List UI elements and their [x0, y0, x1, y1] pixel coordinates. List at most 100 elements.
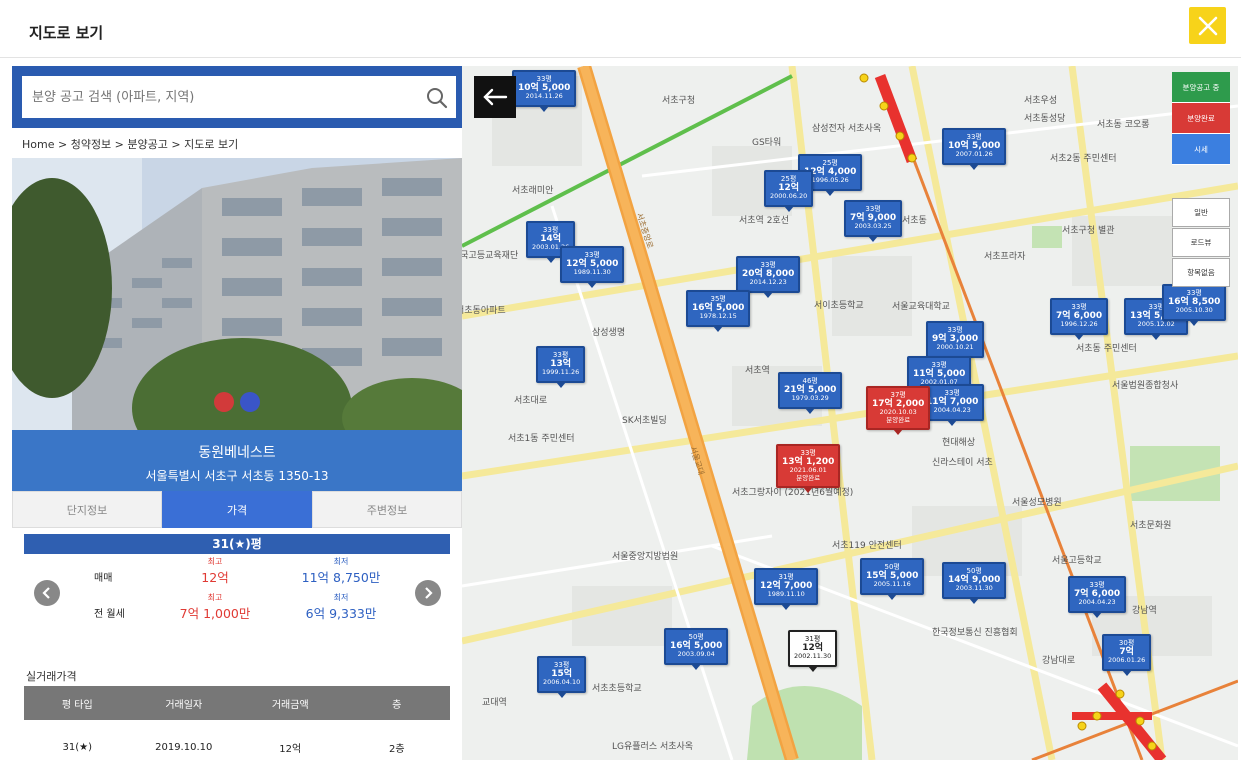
price-marker[interactable]: 35평 16억 5,000 1978.12.15: [686, 290, 751, 332]
apartment-name: 동원베네스트: [198, 445, 276, 461]
map-label: 서초역: [745, 366, 770, 376]
search-icon[interactable]: [426, 87, 448, 109]
tab-surroundings[interactable]: 주변정보: [312, 491, 462, 528]
price-marker[interactable]: 33평 7억 6,000 1996.12.26: [1050, 298, 1109, 340]
price-marker[interactable]: 33평 15억 2006.04.10: [537, 656, 587, 698]
map-label: 서초동 코오롱: [1097, 120, 1150, 130]
price-low: 최저 11억 8,750만: [301, 557, 381, 585]
map-label: 교대역: [482, 698, 507, 708]
collapse-panel-button[interactable]: [474, 76, 516, 118]
price-marker[interactable]: 33평 7억 6,000 2004.04.23: [1068, 576, 1127, 618]
column-header: 거래일자: [165, 699, 203, 711]
map-label: 서초구청: [662, 96, 696, 106]
filter-market-price-button[interactable]: 시세: [1172, 134, 1230, 165]
table-cell: 2층: [388, 743, 405, 755]
breadcrumb-announcement[interactable]: 분양공고 >: [124, 138, 180, 151]
price-high: 최고 12억: [201, 557, 229, 585]
map-label: 서이초등학교: [814, 301, 864, 311]
price-marker[interactable]: 33평 12억 5,000 1989.11.30: [560, 246, 625, 288]
breadcrumb-home[interactable]: Home >: [22, 138, 67, 151]
map-label: 신라스테이 서초: [932, 458, 993, 468]
map-label: 강남역: [1132, 606, 1157, 616]
map-label: 서초동아파트: [456, 306, 506, 316]
price-marker[interactable]: 50평 16억 5,000 2003.09.04: [664, 628, 729, 670]
map-label: 서초동성당: [1024, 114, 1066, 124]
map-label: 서울성모병원: [1012, 498, 1062, 508]
photo-dot[interactable]: [240, 392, 260, 412]
price-marker[interactable]: 33평 9억 3,000 2000.10.21: [926, 321, 985, 363]
column-header: 층: [392, 699, 402, 711]
map-label: 서초프라자: [984, 252, 1026, 262]
table-cell: 31(★): [62, 741, 93, 753]
table-cell: 12억: [279, 743, 302, 755]
tab-complex-info[interactable]: 단지정보: [12, 491, 162, 528]
price-marker[interactable]: 50평 15억 5,000 2005.11.16: [860, 558, 925, 600]
map-label: 서초동 주민센터: [1076, 344, 1137, 354]
info-panel: Home > 청약정보 > 분양공고 > 지도로 보기 동원베네: [12, 66, 462, 760]
map-label: 서울교육대학교: [892, 302, 950, 312]
map-label: 서초문화원: [1130, 521, 1172, 531]
price-marker[interactable]: 33평 16억 8,500 2005.10.30: [1162, 284, 1227, 326]
map-label: 삼성생명: [592, 328, 626, 338]
map-label: 서초그랑자이 (2021년6월예정): [732, 488, 854, 498]
price-marker[interactable]: 30평 7억 2006.01.26: [1102, 634, 1152, 676]
map-none-button[interactable]: 항목없음: [1172, 258, 1230, 287]
map-label: LG유플러스 서초사옥: [612, 742, 694, 752]
price-marker[interactable]: 50평 14억 9,000 2003.11.30: [942, 562, 1007, 604]
map-label: 서초119 안전센터: [832, 541, 902, 551]
map-label: 서초동: [902, 216, 927, 226]
map-normal-button[interactable]: 일반: [1172, 198, 1230, 227]
info-tabs: 단지정보 가격 주변정보: [12, 491, 462, 528]
map-filter-group: 분양공고 중 분양완료 시세: [1172, 72, 1230, 165]
map-label: 서초대로: [514, 396, 548, 406]
real-trade-title: 실거래가격: [26, 670, 77, 683]
price-marker[interactable]: 25평 12억 2000.06.20: [764, 170, 814, 212]
breadcrumb: Home > 청약정보 > 분양공고 > 지도로 보기: [22, 136, 238, 152]
price-high: 최고 7억 1,000만: [179, 593, 251, 621]
search-bar: [12, 66, 462, 128]
price-marker[interactable]: 33평 7억 9,000 2003.03.25: [844, 200, 903, 242]
price-marker[interactable]: 46평 21억 5,000 1979.03.29: [778, 372, 843, 414]
chevron-right-icon: [425, 587, 433, 599]
next-arrow-button[interactable]: [415, 580, 441, 606]
price-marker[interactable]: 33평 10억 5,000 2007.01.26: [942, 128, 1007, 170]
table-cell: 2019.10.10: [155, 741, 213, 753]
price-marker[interactable]: 33평 10억 5,000 2014.11.26: [512, 70, 577, 112]
prev-arrow-button[interactable]: [34, 580, 60, 606]
sale-price-row: 매매 최고 12억 최저 11억 8,750만: [24, 556, 450, 588]
price-row-label: 전 월세: [94, 609, 125, 620]
map-label: 서초구청 별관: [1062, 226, 1115, 236]
filter-sold-button[interactable]: 분양완료: [1172, 103, 1230, 134]
chevron-left-icon: [42, 587, 50, 599]
price-marker[interactable]: 33평 13억 1999.11.26: [536, 346, 586, 388]
price-marker[interactable]: 31평 12억 7,000 1989.11.10: [754, 568, 819, 610]
apartment-header: 동원베네스트 서울특별시 서초구 서초동 1350-13: [12, 430, 462, 491]
map-label: 서초역 2호선: [739, 216, 789, 226]
price-row-label: 매매: [94, 573, 113, 584]
apartment-photo: [12, 158, 462, 430]
map-label: 서울법원종합청사: [1112, 381, 1179, 391]
photo-dot[interactable]: [214, 392, 234, 412]
filter-selling-button[interactable]: 분양공고 중: [1172, 72, 1230, 103]
apartment-address: 서울특별시 서초구 서초동 1350-13: [145, 469, 329, 483]
breadcrumb-subscription[interactable]: 청약정보 >: [67, 138, 124, 151]
title-bar: 지도로 보기: [0, 0, 1241, 58]
tab-price[interactable]: 가격: [162, 491, 312, 528]
map-label: 삼성전자 서초사옥: [812, 124, 882, 134]
map-label: 서초우성: [1024, 96, 1058, 106]
selected-marker[interactable]: 31평 12억 2002.11.30: [788, 630, 838, 672]
sold-out-marker[interactable]: 37평 17억 2,000 2020.10.03 분양완료: [866, 386, 931, 436]
close-button[interactable]: [1189, 7, 1226, 44]
column-header: 거래금액: [271, 699, 309, 711]
map-roadview-button[interactable]: 로드뷰: [1172, 228, 1230, 257]
rent-price-row: 전 월세 최고 7억 1,000만 최저 6억 9,333만: [24, 592, 450, 624]
map-label: 서초1동 주민센터: [508, 434, 575, 444]
map-label: 서초초등학교: [592, 684, 642, 694]
map-label: 서울중앙지방법원: [612, 552, 679, 562]
map-label: 서초래미안: [512, 186, 554, 196]
close-icon: [1198, 16, 1217, 35]
sold-out-marker[interactable]: 33평 13억 1,200 2021.06.01 분양완료: [776, 444, 841, 494]
price-low: 최저 6억 9,333만: [305, 593, 377, 621]
price-marker[interactable]: 33평 20억 8,000 2014.12.23: [736, 256, 801, 298]
search-input[interactable]: [22, 76, 456, 118]
